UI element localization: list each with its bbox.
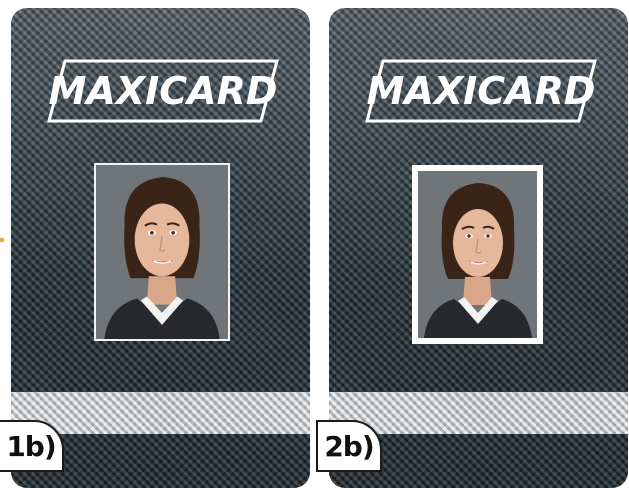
portrait-photo (94, 163, 230, 341)
maxicard-logo: MAXICARD (47, 59, 279, 123)
logo-text: MAXICARD (49, 69, 278, 113)
variant-label-2b: 2b) (316, 420, 382, 472)
logo-text: MAXICARD (367, 69, 596, 113)
accent-mark (0, 238, 4, 242)
id-card-1b: MAXICARD (11, 8, 310, 488)
id-card-2b: MAXICARD (329, 8, 628, 488)
silver-band (11, 392, 310, 434)
silver-band (329, 392, 628, 434)
portrait-photo (412, 165, 543, 344)
maxicard-logo: MAXICARD (365, 59, 597, 123)
variant-label-1b: 1b) (0, 420, 64, 472)
